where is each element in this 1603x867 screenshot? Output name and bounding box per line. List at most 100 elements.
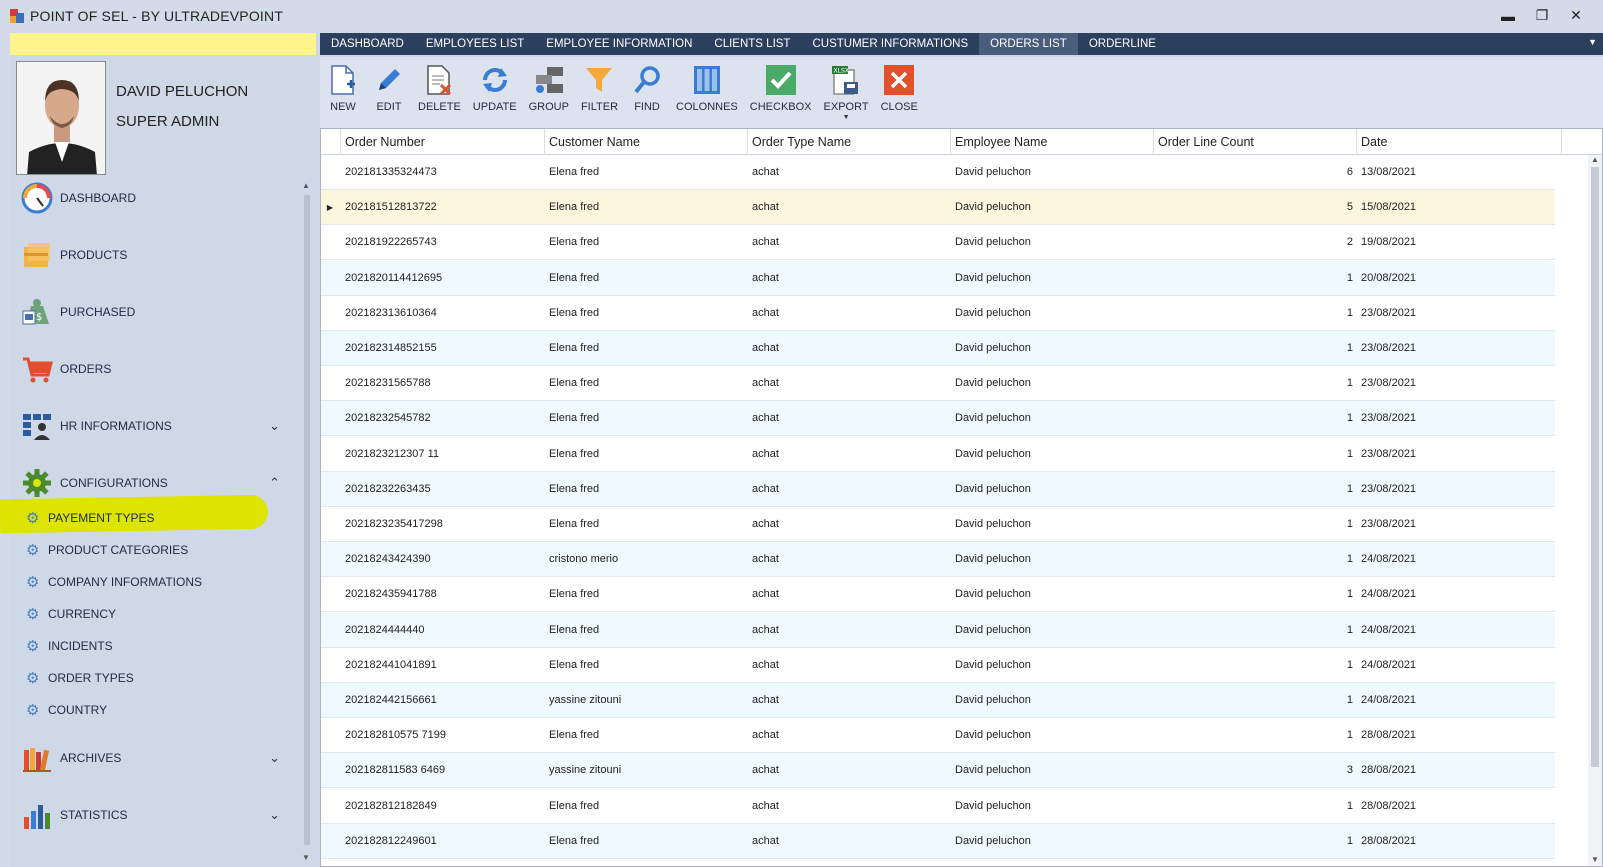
table-cell[interactable]: 20218232263435 <box>341 472 545 507</box>
close-window-button[interactable]: ✕ <box>1559 7 1593 24</box>
table-cell[interactable]: 5 <box>1154 190 1357 225</box>
table-cell[interactable]: Elena fred <box>545 296 748 331</box>
sidebar-scrollbar[interactable]: ▲ ▼ <box>302 181 312 865</box>
row-indicator[interactable] <box>321 507 339 542</box>
table-cell[interactable]: David peluchon <box>951 366 1154 401</box>
table-cell[interactable]: achat <box>748 648 951 683</box>
row-indicator[interactable] <box>321 225 339 260</box>
table-cell[interactable]: 1 <box>1154 437 1357 472</box>
table-cell[interactable]: achat <box>748 366 951 401</box>
table-cell[interactable]: 2021820114412695 <box>341 261 545 296</box>
row-indicator[interactable]: ▶ <box>321 190 339 225</box>
table-cell[interactable]: achat <box>748 718 951 753</box>
table-cell[interactable]: Elena fred <box>545 718 748 753</box>
tab-orderline[interactable]: ORDERLINE <box>1078 33 1167 55</box>
table-cell[interactable]: 24/08/2021 <box>1357 542 1562 577</box>
nav-item-purchased[interactable]: $ PURCHASED <box>20 292 290 332</box>
table-cell[interactable]: cristono merio <box>545 542 748 577</box>
minimize-button[interactable]: ▬ <box>1491 8 1525 24</box>
table-cell[interactable]: achat <box>748 824 951 859</box>
table-row[interactable]: 2021823235417298 Elena fred achat David pel… <box>321 507 1555 542</box>
tab-employees-list[interactable]: EMPLOYEES LIST <box>415 33 535 55</box>
table-cell[interactable]: Elena fred <box>545 472 748 507</box>
column-header[interactable]: Customer Name <box>545 129 748 155</box>
table-cell[interactable]: Elena fred <box>545 401 748 436</box>
table-cell[interactable]: 1 <box>1154 296 1357 331</box>
column-header[interactable]: Employee Name <box>951 129 1154 155</box>
table-cell[interactable]: 24/08/2021 <box>1357 683 1562 718</box>
table-cell[interactable]: 24/08/2021 <box>1357 577 1562 612</box>
row-indicator[interactable] <box>321 261 339 296</box>
table-cell[interactable]: achat <box>748 190 951 225</box>
table-cell[interactable]: Elena fred <box>545 789 748 824</box>
table-cell[interactable]: 28/08/2021 <box>1357 753 1562 788</box>
table-cell[interactable]: David peluchon <box>951 648 1154 683</box>
table-cell[interactable]: 202182812249601 <box>341 824 545 859</box>
table-cell[interactable]: David peluchon <box>951 261 1154 296</box>
table-row[interactable]: 2021820114412695 Elena fred achat David pel… <box>321 260 1555 296</box>
table-cell[interactable]: achat <box>748 542 951 577</box>
table-cell[interactable]: 202182442156661 <box>341 683 545 718</box>
table-cell[interactable]: achat <box>748 753 951 788</box>
scrollbar-thumb[interactable] <box>1591 167 1599 767</box>
row-indicator[interactable] <box>321 542 339 577</box>
table-cell[interactable]: 2021823212307 11 <box>341 437 545 472</box>
row-indicator[interactable] <box>321 366 339 401</box>
table-cell[interactable]: David peluchon <box>951 296 1154 331</box>
table-cell[interactable]: Elena fred <box>545 507 748 542</box>
grid-scrollbar[interactable]: ▲ ▼ <box>1588 155 1602 866</box>
table-cell[interactable]: 1 <box>1154 789 1357 824</box>
scroll-down-icon[interactable]: ▼ <box>1591 855 1599 864</box>
table-cell[interactable]: 1 <box>1154 577 1357 612</box>
table-cell[interactable]: yassine zitouni <box>545 753 748 788</box>
table-row[interactable]: 202182811583 6469 yassine zitouni achat Dav… <box>321 753 1555 789</box>
table-cell[interactable]: yassine zitouni <box>545 683 748 718</box>
table-cell[interactable]: achat <box>748 789 951 824</box>
dropdown-arrow-icon[interactable]: ▼ <box>843 114 850 121</box>
table-row[interactable]: 20218243424390 cristono merio achat David p… <box>321 542 1555 578</box>
row-indicator[interactable] <box>321 577 339 612</box>
table-cell[interactable]: 2 <box>1154 225 1357 260</box>
tab-orders-list[interactable]: ORDERS LIST <box>979 33 1078 55</box>
tab-dashboard[interactable]: DASHBOARD <box>320 33 415 55</box>
row-indicator[interactable] <box>321 296 339 331</box>
table-cell[interactable]: achat <box>748 507 951 542</box>
table-cell[interactable]: David peluchon <box>951 507 1154 542</box>
table-cell[interactable]: 1 <box>1154 542 1357 577</box>
nav-item-dashboard[interactable]: DASHBOARD <box>20 178 290 218</box>
table-cell[interactable]: David peluchon <box>951 190 1154 225</box>
table-cell[interactable]: David peluchon <box>951 155 1154 190</box>
table-cell[interactable]: 1 <box>1154 401 1357 436</box>
table-cell[interactable]: 1 <box>1154 366 1357 401</box>
table-cell[interactable]: achat <box>748 401 951 436</box>
nav-item-orders[interactable]: ORDERS <box>20 349 290 389</box>
row-indicator[interactable] <box>321 331 339 366</box>
table-cell[interactable]: 23/08/2021 <box>1357 437 1562 472</box>
table-cell[interactable]: 20218232545782 <box>341 401 545 436</box>
table-cell[interactable]: 23/08/2021 <box>1357 401 1562 436</box>
column-header[interactable]: Order Number <box>341 129 545 155</box>
table-cell[interactable]: Elena fred <box>545 613 748 648</box>
row-indicator[interactable] <box>321 155 339 190</box>
table-cell[interactable]: Elena fred <box>545 225 748 260</box>
table-cell[interactable]: 202181922265743 <box>341 225 545 260</box>
config-item-company-informations[interactable]: ⚙ COMPANY INFORMATIONS <box>26 570 202 594</box>
table-cell[interactable]: David peluchon <box>951 225 1154 260</box>
config-item-currency[interactable]: ⚙ CURRENCY <box>26 602 116 626</box>
table-cell[interactable]: David peluchon <box>951 718 1154 753</box>
table-cell[interactable]: 23/08/2021 <box>1357 296 1562 331</box>
table-row[interactable]: 202181922265743 Elena fred achat David pelu… <box>321 225 1555 261</box>
config-item-country[interactable]: ⚙ COUNTRY <box>26 698 107 722</box>
table-cell[interactable]: achat <box>748 683 951 718</box>
scrollbar-thumb[interactable] <box>304 195 310 845</box>
row-indicator[interactable] <box>321 753 339 788</box>
column-header[interactable]: Date <box>1357 129 1562 155</box>
tab-employee-information[interactable]: EMPLOYEE INFORMATION <box>535 33 703 55</box>
row-indicator[interactable] <box>321 648 339 683</box>
table-cell[interactable]: David peluchon <box>951 437 1154 472</box>
table-cell[interactable]: 202181512813722 <box>341 190 545 225</box>
table-cell[interactable]: 28/08/2021 <box>1357 718 1562 753</box>
config-item-incidents[interactable]: ⚙ INCIDENTS <box>26 634 113 658</box>
table-row[interactable]: 20218231565788 Elena fred achat David peluc… <box>321 366 1555 402</box>
table-cell[interactable]: 2021824444440 <box>341 613 545 648</box>
